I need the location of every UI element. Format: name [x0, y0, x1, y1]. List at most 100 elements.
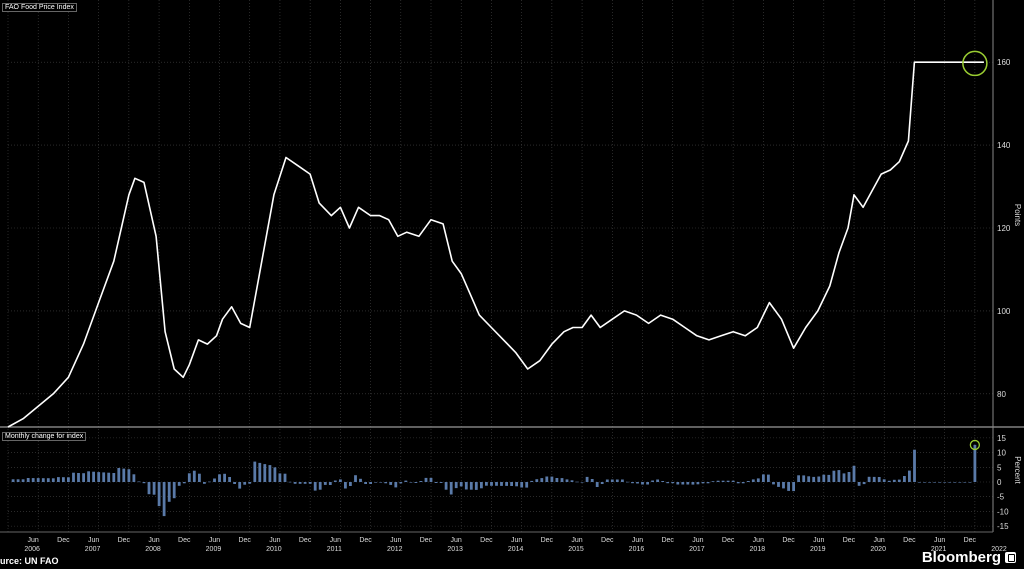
- change-bar: [469, 482, 473, 490]
- change-bar: [872, 476, 876, 482]
- bottom-panel-title: Monthly change for index: [2, 432, 87, 441]
- change-bar: [283, 473, 287, 482]
- x-tick-month-label: Dec: [903, 537, 916, 544]
- change-bar: [339, 479, 342, 482]
- chart-canvas: 80 100 120 140 160 15 10 5 0 -5 -10 -15 Points Percen…: [0, 0, 1024, 553]
- change-bar: [908, 470, 911, 482]
- change-bar: [273, 467, 277, 482]
- change-bar: [449, 482, 453, 495]
- change-bar: [913, 449, 916, 482]
- change-bar: [666, 482, 670, 484]
- change-bar: [570, 480, 574, 482]
- change-bar: [621, 479, 624, 482]
- change-bar: [323, 482, 327, 485]
- change-bar: [87, 471, 90, 482]
- change-bar: [550, 476, 554, 482]
- change-bar: [696, 482, 700, 485]
- x-tick-month-label: Dec: [238, 537, 251, 544]
- change-bar: [107, 472, 111, 482]
- change-bar: [313, 482, 317, 491]
- change-bar: [36, 478, 40, 482]
- x-tick-month-label: Jun: [511, 537, 522, 544]
- x-tick-month-label: Dec: [359, 537, 372, 544]
- change-bar: [298, 482, 302, 484]
- y-tick-label-bottom: -5: [997, 493, 1005, 502]
- change-bar: [560, 478, 564, 482]
- change-bar: [545, 476, 549, 482]
- change-bar: [948, 482, 952, 483]
- x-tick-month-label: Jun: [571, 537, 582, 544]
- change-bar: [928, 482, 931, 483]
- x-tick-year-label: 2018: [750, 546, 766, 553]
- change-bar: [122, 468, 126, 482]
- change-bar: [394, 482, 398, 488]
- x-tick-year-label: 2010: [266, 546, 282, 553]
- x-tick-month-label: Dec: [118, 537, 131, 544]
- x-tick-month-label: Dec: [57, 537, 70, 544]
- change-bar: [852, 465, 856, 482]
- change-bar: [31, 478, 35, 482]
- x-tick-month-label: Dec: [722, 537, 735, 544]
- change-bar: [661, 481, 665, 482]
- change-bar: [565, 479, 569, 482]
- change-bar: [963, 482, 967, 483]
- bloomberg-logo: Bloomberg: [922, 549, 1016, 566]
- y-tick-label: 120: [997, 224, 1011, 233]
- x-tick-month-label: Jun: [934, 537, 945, 544]
- x-tick-month-label: Dec: [178, 537, 191, 544]
- change-bar: [364, 482, 367, 484]
- change-bar: [575, 481, 579, 483]
- change-bar: [842, 473, 846, 482]
- change-bar: [26, 478, 30, 482]
- change-bar: [379, 482, 383, 483]
- change-bar: [167, 482, 171, 502]
- change-bar: [943, 482, 947, 483]
- x-tick-month-label: Jun: [209, 537, 220, 544]
- change-bar: [182, 482, 186, 484]
- x-tick-month-label: Dec: [843, 537, 856, 544]
- change-bar: [691, 482, 695, 485]
- x-tick-month-label: Jun: [390, 537, 401, 544]
- change-bar: [933, 482, 936, 483]
- change-bar: [610, 479, 614, 482]
- y-tick-label: 80: [997, 390, 1006, 399]
- y-tick-label-bottom: 5: [997, 463, 1002, 472]
- change-bar: [636, 482, 639, 484]
- top-panel-title: FAO Food Price Index: [2, 3, 77, 12]
- change-bar: [11, 479, 15, 482]
- change-bar: [510, 482, 513, 486]
- change-bar: [268, 465, 272, 482]
- change-bar: [409, 482, 413, 483]
- change-bar: [897, 479, 901, 482]
- index-line: [7, 61, 984, 428]
- x-tick-month-label: Jun: [28, 537, 39, 544]
- change-bar: [308, 482, 312, 484]
- x-tick-month-label: Jun: [451, 537, 462, 544]
- change-bar: [716, 480, 720, 482]
- x-tick-month-label: Jun: [753, 537, 764, 544]
- change-bar: [21, 479, 25, 482]
- change-bar: [918, 482, 921, 483]
- change-bar: [187, 473, 191, 482]
- change-bar: [797, 475, 800, 482]
- change-bar: [228, 477, 231, 482]
- change-bar: [233, 482, 236, 484]
- change-bar: [474, 482, 478, 490]
- change-bar: [162, 482, 166, 517]
- y-tick-label: 160: [997, 58, 1011, 67]
- change-bar: [444, 482, 448, 490]
- change-bar: [459, 482, 463, 487]
- x-tick-month-label: Dec: [601, 537, 614, 544]
- change-bar: [77, 473, 80, 482]
- change-bar: [62, 477, 65, 482]
- change-bar: [701, 482, 705, 484]
- x-tick-month-label: Dec: [541, 537, 554, 544]
- x-tick-year-label: 2019: [810, 546, 826, 553]
- x-tick-month-label: Jun: [148, 537, 159, 544]
- change-bar: [646, 482, 649, 485]
- change-bar: [223, 473, 226, 482]
- change-bar: [354, 475, 357, 482]
- change-bar: [767, 474, 770, 482]
- x-tick-year-label: 2008: [145, 546, 161, 553]
- change-bar: [102, 472, 106, 482]
